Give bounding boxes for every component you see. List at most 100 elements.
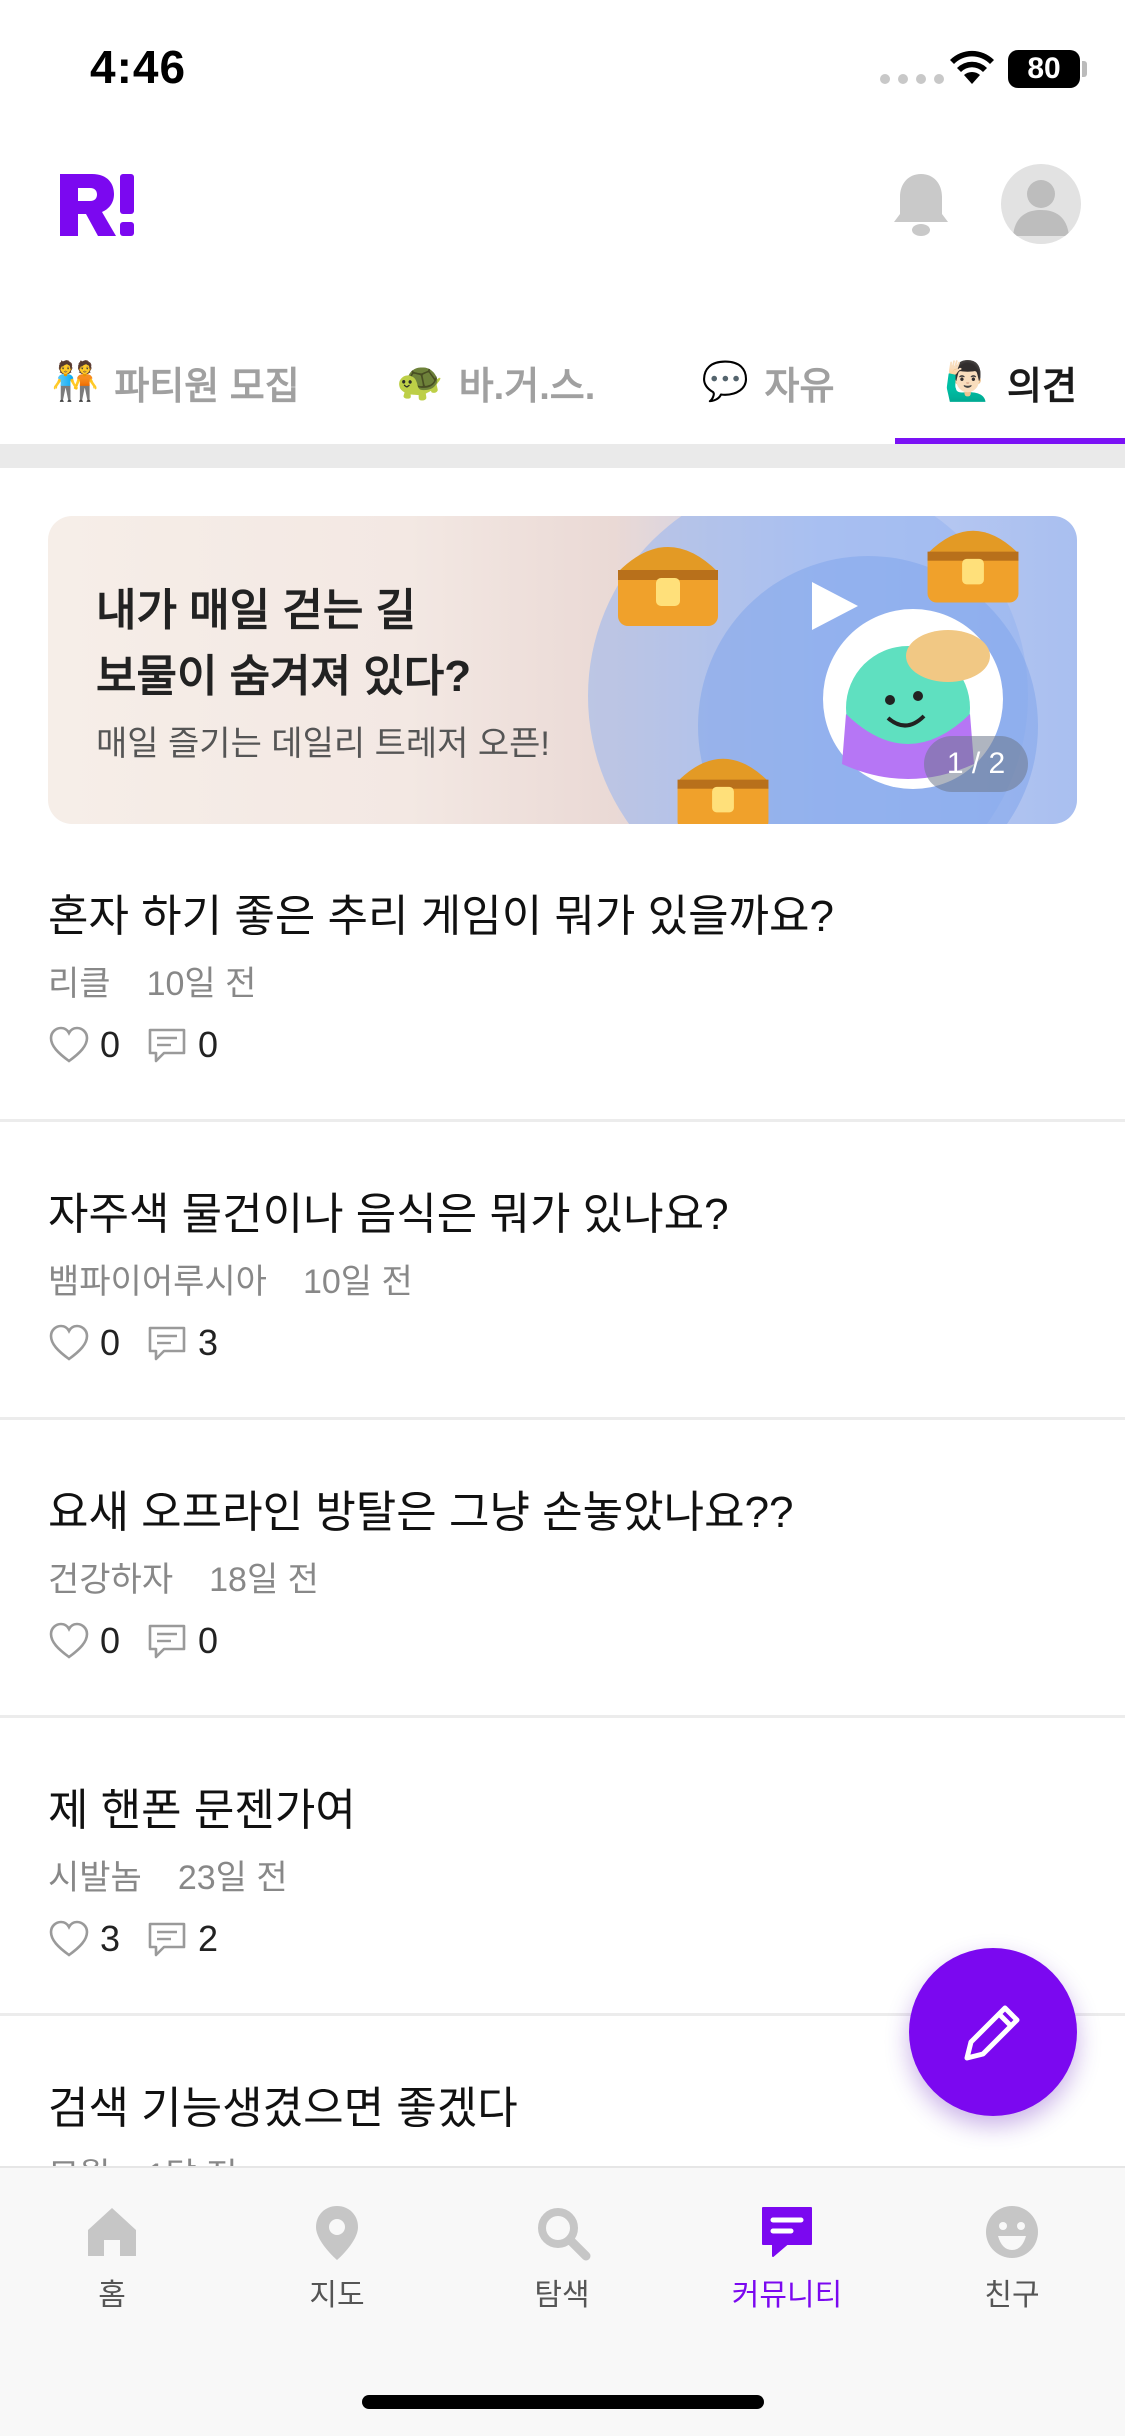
post-time: 23일 전 xyxy=(177,1859,288,1897)
tab-party-recruit[interactable]: 🧑‍🤝‍🧑 파티원 모집 xyxy=(0,320,350,444)
post-meta: 건강하자 18일 전 xyxy=(48,1552,319,1601)
banner-title-line: 내가 매일 걷는 길 xyxy=(96,586,417,635)
post-stats: 3 2 xyxy=(48,1918,244,1960)
promo-banner[interactable]: 내가 매일 걷는 길 보물이 숨겨져 있다? 매일 즐기는 데일리 트레저 오픈… xyxy=(48,516,1077,824)
post-title: 제 핸폰 문젠가여 xyxy=(48,1786,356,1835)
write-post-button[interactable] xyxy=(909,1948,1077,2116)
post-title: 요새 오프라인 방탈은 그냥 손놓았나요?? xyxy=(48,1488,794,1537)
nav-friends[interactable]: 친구 xyxy=(932,2202,1092,2314)
like-count-value: 3 xyxy=(100,1918,121,1959)
battery-icon: 80 xyxy=(1008,50,1080,88)
nav-explore[interactable]: 탐색 xyxy=(482,2202,642,2314)
comment-icon xyxy=(148,1028,186,1063)
tab-label: 자유 xyxy=(764,365,835,408)
post-author: 시발놈 xyxy=(48,1859,142,1897)
post-meta: 뱀파이어루시아 10일 전 xyxy=(48,1254,413,1303)
nav-label: 탐색 xyxy=(534,2279,590,2312)
post-meta: 리클 10일 전 xyxy=(48,956,256,1005)
nav-map[interactable]: 지도 xyxy=(257,2202,417,2314)
map-pin-icon xyxy=(316,2206,358,2260)
post-item[interactable]: 요새 오프라인 방탈은 그냥 손놓았나요?? 건강하자 18일 전 0 0 xyxy=(0,1420,1125,1718)
people-emoji-icon: 🧑‍🤝‍🧑 xyxy=(51,361,99,403)
nav-home[interactable]: 홈 xyxy=(32,2202,192,2314)
app-logo[interactable] xyxy=(58,170,138,240)
avatar[interactable] xyxy=(1001,164,1081,244)
comment-count-value: 2 xyxy=(198,1918,219,1959)
raising-hand-emoji-icon: 🙋🏻‍♂️ xyxy=(944,361,992,403)
post-time: 10일 전 xyxy=(146,965,257,1003)
status-bar: 4:46 80 xyxy=(0,0,1125,140)
heart-icon xyxy=(49,1026,89,1063)
community-icon xyxy=(762,2207,812,2257)
heart-icon xyxy=(49,1622,89,1659)
post-item[interactable]: 혼자 하기 좋은 추리 게임이 뭐가 있을까요? 리클 10일 전 0 0 xyxy=(0,824,1125,1122)
pencil-icon xyxy=(964,2005,1020,2061)
status-time: 4:46 xyxy=(90,41,187,93)
home-icon xyxy=(88,2208,136,2256)
turtle-emoji-icon: 🐢 xyxy=(396,361,444,403)
comment-count[interactable]: 0 xyxy=(146,1024,218,1066)
post-title: 검색 기능생겼으면 좋겠다 xyxy=(48,2084,518,2133)
comment-count[interactable]: 0 xyxy=(146,1620,218,1662)
like-count-value: 0 xyxy=(100,1620,121,1661)
post-title: 혼자 하기 좋은 추리 게임이 뭐가 있을까요? xyxy=(48,892,834,941)
like-count[interactable]: 0 xyxy=(48,1322,120,1364)
post-stats: 0 0 xyxy=(48,1620,244,1662)
tab-label: 바.거.스. xyxy=(458,365,596,408)
treasure-chest-icon xyxy=(677,758,769,824)
tab-label: 의견 xyxy=(1007,365,1077,408)
like-count[interactable]: 0 xyxy=(48,1024,120,1066)
heart-icon xyxy=(49,1324,89,1361)
app-header xyxy=(0,140,1125,270)
banner-subtitle: 매일 즐기는 데일리 트레저 오픈! xyxy=(96,725,550,763)
comment-count[interactable]: 3 xyxy=(146,1322,218,1364)
like-count-value: 0 xyxy=(100,1322,121,1363)
post-meta: 시발놈 23일 전 xyxy=(48,1850,288,1899)
speech-bubble-emoji-icon: 💬 xyxy=(701,361,750,403)
comment-icon xyxy=(148,1326,186,1361)
user-icon xyxy=(1013,180,1069,236)
nav-label: 커뮤니티 xyxy=(731,2279,843,2312)
post-title: 자주색 물건이나 음식은 뭐가 있나요? xyxy=(48,1190,729,1239)
divider xyxy=(0,444,1125,468)
home-indicator[interactable] xyxy=(362,2395,764,2409)
tab-opinion[interactable]: 🙋🏻‍♂️ 의견 xyxy=(895,320,1125,444)
post-author: 뱀파이어루시아 xyxy=(48,1263,267,1301)
post-item[interactable]: 자주색 물건이나 음식은 뭐가 있나요? 뱀파이어루시아 10일 전 0 3 xyxy=(0,1122,1125,1420)
tab-label: 파티원 모집 xyxy=(114,365,300,408)
comment-count-value: 0 xyxy=(198,1620,219,1661)
tab-free[interactable]: 💬 자유 xyxy=(640,320,895,444)
comment-count-value: 3 xyxy=(198,1322,219,1363)
category-tabs: 🧑‍🤝‍🧑 파티원 모집 🐢 바.거.스. 💬 자유 🙋🏻‍♂️ 의견 xyxy=(0,320,1125,444)
nav-community[interactable]: 커뮤니티 xyxy=(707,2202,867,2314)
wifi-icon xyxy=(950,50,994,84)
banner-page-indicator: 1 / 2 xyxy=(924,736,1028,792)
nav-label: 홈 xyxy=(98,2279,126,2312)
comment-icon xyxy=(148,1624,186,1659)
comment-count[interactable]: 2 xyxy=(146,1918,218,1960)
post-time: 10일 전 xyxy=(302,1263,413,1301)
banner-title: 내가 매일 걷는 길 보물이 숨겨져 있다? xyxy=(96,578,596,710)
battery-tip xyxy=(1082,61,1087,77)
like-count-value: 0 xyxy=(100,1024,121,1065)
treasure-chest-icon xyxy=(927,530,1019,603)
smile-icon xyxy=(986,2206,1038,2258)
like-count[interactable]: 0 xyxy=(48,1620,120,1662)
bell-icon[interactable] xyxy=(890,170,952,240)
banner-title-line: 보물이 숨겨져 있다? xyxy=(96,652,472,701)
comment-icon xyxy=(148,1922,186,1957)
post-author: 리클 xyxy=(48,965,111,1003)
heart-icon xyxy=(49,1920,89,1957)
tab-bagus[interactable]: 🐢 바.거.스. xyxy=(350,320,640,444)
post-stats: 0 0 xyxy=(48,1024,244,1066)
post-stats: 0 3 xyxy=(48,1322,244,1364)
comment-count-value: 0 xyxy=(198,1024,219,1065)
nav-label: 친구 xyxy=(984,2279,1040,2312)
post-author: 건강하자 xyxy=(48,1561,174,1599)
like-count[interactable]: 3 xyxy=(48,1918,120,1960)
cellular-signal-icon xyxy=(880,74,944,84)
search-icon xyxy=(538,2208,591,2261)
nav-label: 지도 xyxy=(309,2279,365,2312)
post-time: 18일 전 xyxy=(209,1561,319,1599)
treasure-chest-icon xyxy=(618,547,718,626)
